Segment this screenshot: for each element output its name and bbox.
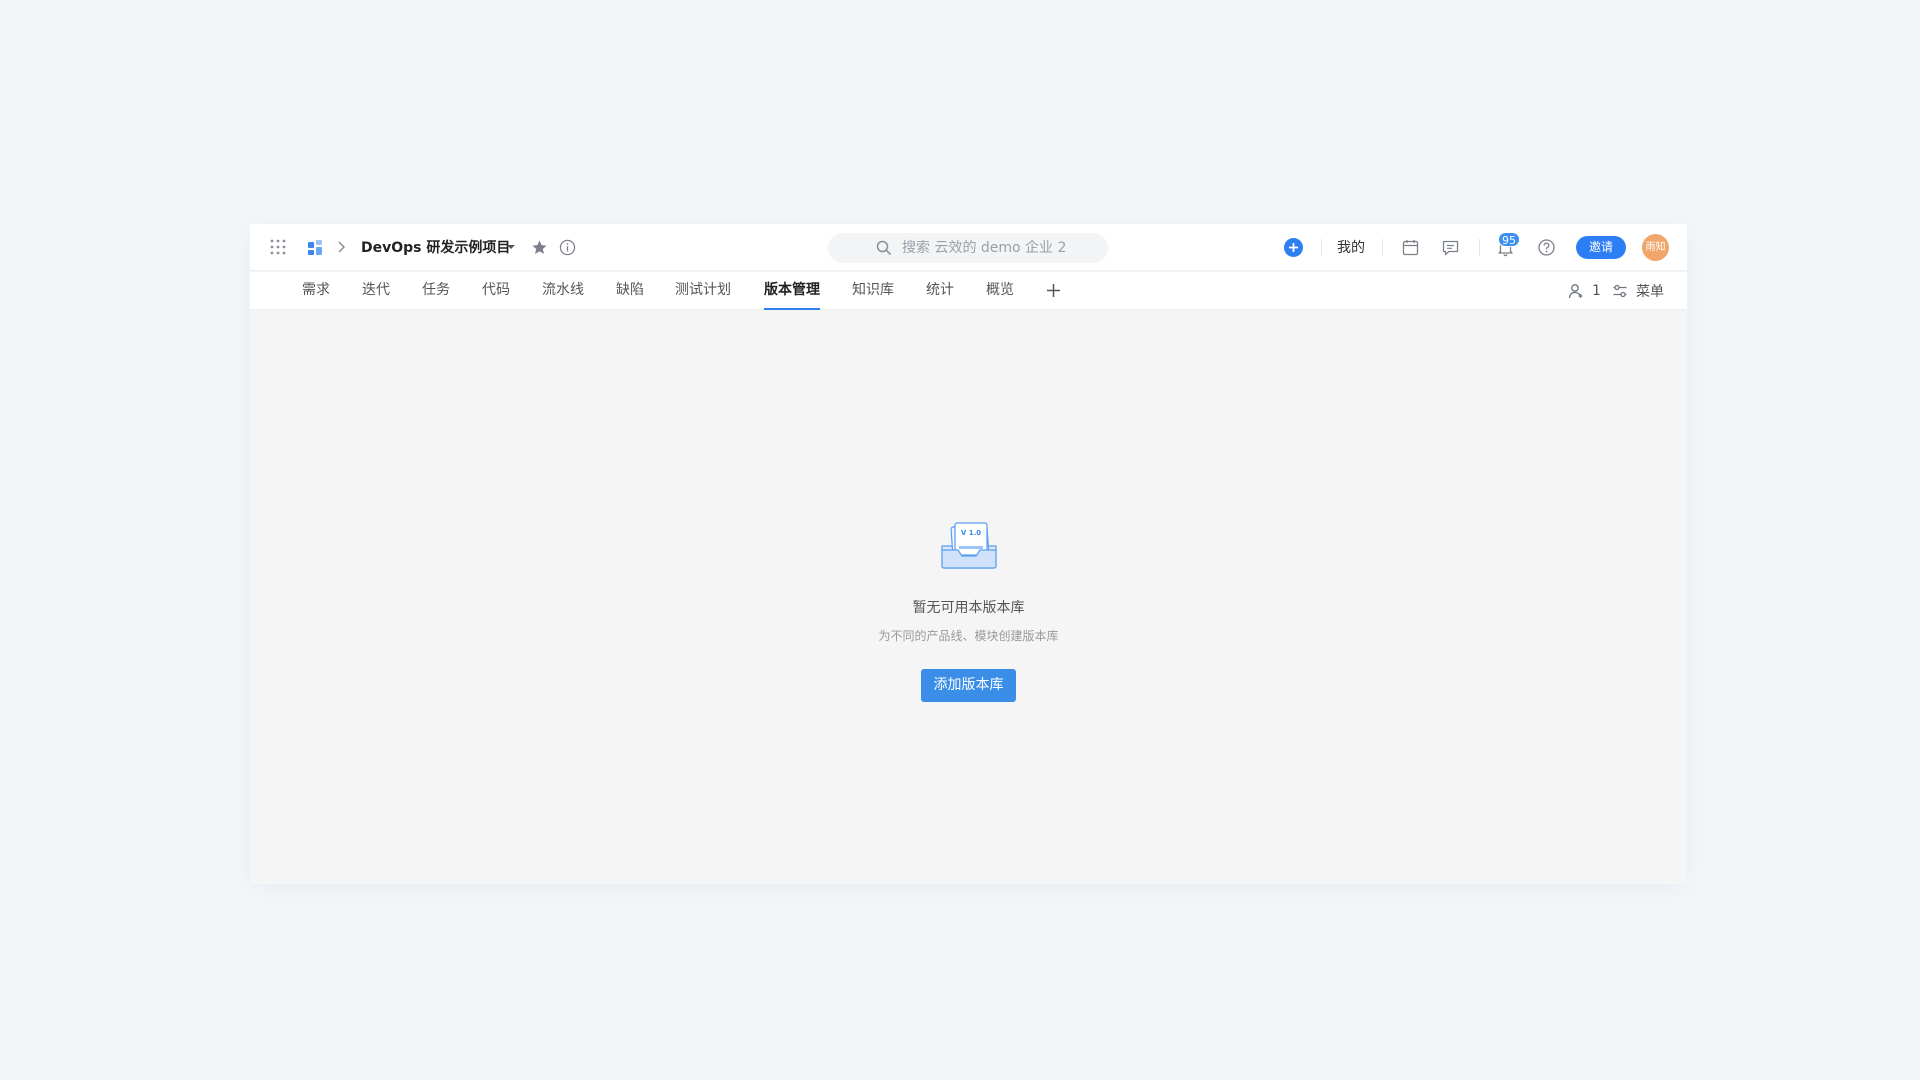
members-button[interactable]: 1 [1568,272,1601,310]
search-icon [876,240,892,256]
tab-requirements[interactable]: 需求 [302,272,330,310]
members-count: 1 [1592,283,1601,299]
search-input[interactable]: 搜索 云效的 demo 企业 2 [828,233,1108,263]
calendar-icon[interactable] [1401,238,1420,257]
create-button[interactable] [1284,238,1303,257]
menu-button[interactable]: 菜单 [1612,272,1664,310]
menu-label: 菜单 [1636,284,1664,300]
tab-overview[interactable]: 概览 [986,272,1014,310]
chevron-right-icon [338,241,346,253]
tab-version-management[interactable]: 版本管理 [764,272,820,310]
project-name[interactable]: DevOps 研发示例项目 [361,236,510,260]
tab-test-plan[interactable]: 测试计划 [675,272,731,310]
tab-knowledge-base[interactable]: 知识库 [852,272,894,310]
sliders-icon [1613,284,1627,298]
tab-bar: 需求 迭代 任务 代码 流水线 缺陷 测试计划 版本管理 知识库 统计 概览 1 [250,272,1687,310]
app-window: DevOps 研发示例项目 搜索 云效的 demo 企业 2 我的 95 邀请 … [250,224,1687,884]
help-icon[interactable] [1537,238,1556,257]
notification-badge: 95 [1498,232,1520,247]
project-logo-icon[interactable] [307,239,324,256]
divider [1479,239,1480,256]
tab-defects[interactable]: 缺陷 [616,272,644,310]
mine-link[interactable]: 我的 [1337,236,1365,260]
message-icon[interactable] [1441,238,1460,257]
caret-down-icon[interactable] [506,243,516,251]
tab-pipeline[interactable]: 流水线 [542,272,584,310]
empty-state-subtitle: 为不同的产品线、模块创建版本库 [878,629,1059,643]
add-tab-icon[interactable] [1045,282,1062,299]
star-icon[interactable] [531,239,548,256]
info-icon[interactable] [559,239,576,256]
top-bar: DevOps 研发示例项目 搜索 云效的 demo 企业 2 我的 95 邀请 … [250,224,1687,271]
plus-icon [1289,243,1298,252]
divider [1321,239,1322,256]
tab-statistics[interactable]: 统计 [926,272,954,310]
version-library-illustration: V 1.0 [941,522,997,569]
avatar[interactable]: 雨知 [1642,234,1669,261]
empty-state-title: 暂无可用本版本库 [912,600,1025,616]
app-grid-icon[interactable] [269,238,287,256]
tab-tasks[interactable]: 任务 [422,272,450,310]
add-version-library-button[interactable]: 添加版本库 [921,669,1016,702]
divider [1382,239,1383,256]
user-icon [1568,284,1583,299]
illustration-version-label: V 1.0 [961,529,981,537]
tab-iterations[interactable]: 迭代 [362,272,390,310]
invite-button[interactable]: 邀请 [1576,236,1626,259]
search-placeholder: 搜索 云效的 demo 企业 2 [902,240,1067,256]
tab-code[interactable]: 代码 [482,272,510,310]
